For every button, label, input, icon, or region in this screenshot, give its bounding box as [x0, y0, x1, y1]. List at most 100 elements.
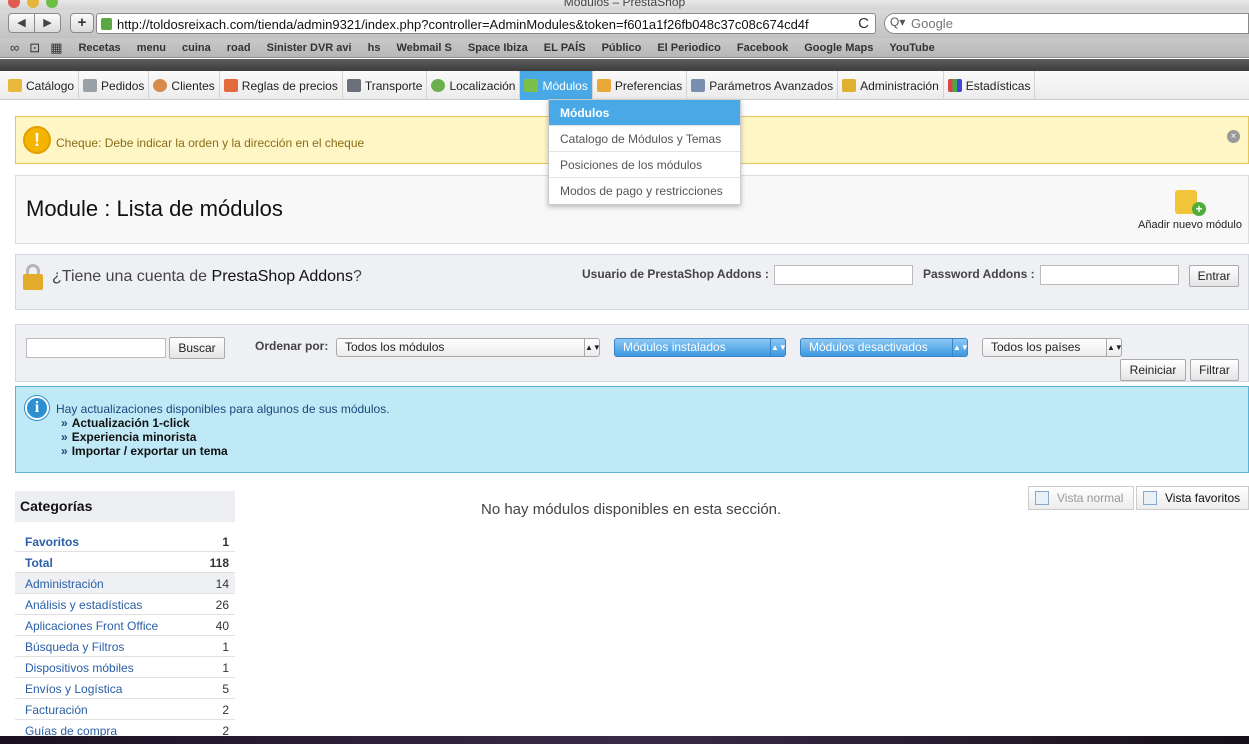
category-row[interactable]: Aplicaciones Front Office 40 — [15, 615, 235, 636]
back-button[interactable]: ◀ — [9, 14, 35, 32]
menu-item-administracion[interactable]: Administración — [838, 71, 944, 100]
empty-message: No hay módulos disponibles en esta secci… — [481, 501, 782, 518]
menu-label: Estadísticas — [965, 78, 1031, 93]
bookmarks-bar: ∞ ⊡ ▦ Recetas menu cuina road Sinister D… — [0, 38, 1249, 58]
info-link-1click[interactable]: » Actualización 1-click — [61, 416, 228, 430]
lock-icon — [23, 264, 43, 290]
browser-search[interactable]: Q▾ — [884, 13, 1249, 34]
browser-search-input[interactable] — [911, 15, 1231, 32]
category-row[interactable]: Facturación 2 — [15, 699, 235, 720]
grid-view-icon — [1143, 491, 1157, 505]
menu-item-catalogo[interactable]: Catálogo — [4, 71, 80, 100]
country-select[interactable]: Todos los países ▲▼ — [982, 338, 1122, 357]
address-bar[interactable]: http://toldosreixach.com/tienda/admin932… — [96, 13, 876, 34]
menu-label: Módulos — [542, 78, 588, 93]
add-bookmark-button[interactable]: + — [70, 13, 94, 33]
window-titlebar: Módulos – PrestaShop — [0, 0, 1249, 10]
reload-icon[interactable]: C — [858, 15, 869, 32]
favorites-view-button[interactable]: Vista favoritos — [1136, 486, 1249, 510]
select-arrows-icon: ▲▼ — [952, 339, 967, 356]
normal-view-button[interactable]: Vista normal — [1028, 486, 1134, 510]
bookmark-item[interactable]: El Periodico — [657, 42, 721, 54]
category-row[interactable]: Administración 14 — [15, 573, 235, 594]
bookmark-item[interactable]: Facebook — [737, 42, 788, 54]
top-sites-grid-icon[interactable]: ▦ — [50, 40, 62, 56]
wrench-icon — [691, 79, 706, 92]
preferences-icon — [596, 79, 611, 92]
url-text: http://toldosreixach.com/tienda/admin932… — [117, 17, 809, 32]
module-type-select[interactable]: Todos los módulos ▲▼ — [336, 338, 600, 357]
menu-item-reglas-precios[interactable]: Reglas de precios — [220, 71, 343, 100]
menu-item-parametros-avanzados[interactable]: Parámetros Avanzados — [687, 71, 839, 100]
bookmark-item[interactable]: menu — [137, 42, 166, 54]
module-search-input[interactable] — [26, 338, 166, 358]
menu-label: Reglas de precios — [241, 78, 338, 93]
info-link-retail[interactable]: » Experiencia minorista — [61, 430, 228, 444]
menu-item-transporte[interactable]: Transporte — [343, 71, 428, 100]
close-icon[interactable]: × — [1227, 130, 1240, 143]
info-link-theme[interactable]: » Importar / exportar un tema — [61, 444, 228, 458]
bookmark-item[interactable]: Recetas — [78, 42, 120, 54]
reset-button[interactable]: Reiniciar — [1120, 359, 1186, 381]
warning-text: Cheque: Debe indicar la orden y la direc… — [56, 136, 365, 150]
bookmark-item[interactable]: cuina — [182, 42, 211, 54]
bookmark-item[interactable]: hs — [368, 42, 381, 54]
menu-item-pedidos[interactable]: Pedidos — [79, 71, 150, 100]
category-row[interactable]: Favoritos 1 — [15, 531, 235, 552]
category-row[interactable]: Total 118 — [15, 552, 235, 573]
search-icon: Q▾ — [890, 15, 906, 29]
bookmark-item[interactable]: YouTube — [889, 42, 934, 54]
bookmark-item[interactable]: Público — [602, 42, 642, 54]
dropdown-item-posiciones[interactable]: Posiciones de los módulos — [549, 152, 740, 178]
info-icon: i — [25, 396, 49, 420]
filter-button[interactable]: Filtrar — [1190, 359, 1239, 381]
bookmarks-book-icon[interactable]: ⊡ — [29, 40, 40, 56]
dropdown-item-catalogo[interactable]: Catalogo de Módulos y Temas — [549, 126, 740, 152]
dropdown-item-modos-pago[interactable]: Modos de pago y restricciones — [549, 178, 740, 204]
menu-item-localizacion[interactable]: Localización — [427, 71, 521, 100]
add-module-button[interactable]: + Añadir nuevo módulo — [1138, 186, 1242, 231]
search-button[interactable]: Buscar — [169, 337, 225, 359]
status-select[interactable]: Módulos desactivados ▲▼ — [800, 338, 968, 357]
nav-buttons: ◀ ▶ — [8, 13, 61, 33]
addons-login-panel: ¿Tiene una cuenta de PrestaShop Addons? … — [15, 254, 1249, 310]
categories-panel: Categorías Favoritos 1 Total 118 Administr… — [15, 491, 235, 741]
menu-item-clientes[interactable]: Clientes — [149, 71, 220, 100]
bookmark-item[interactable]: Webmail S — [396, 42, 451, 54]
menu-item-modulos[interactable]: Módulos — [520, 71, 593, 100]
category-row[interactable]: Envíos y Logística 5 — [15, 678, 235, 699]
forward-button[interactable]: ▶ — [35, 14, 60, 32]
bookmark-item[interactable]: Sinister DVR avi — [267, 42, 352, 54]
cart-icon — [83, 79, 98, 92]
addons-password-input[interactable] — [1040, 265, 1179, 285]
module-filters: Buscar Ordenar por: Todos los módulos ▲▼ … — [15, 324, 1249, 382]
addons-user-input[interactable] — [774, 265, 913, 285]
folder-icon — [8, 79, 22, 92]
category-row[interactable]: Búsqueda y Filtros 1 — [15, 636, 235, 657]
menu-label: Administración — [860, 78, 939, 93]
categories-title: Categorías — [15, 491, 235, 522]
reader-icon[interactable]: ∞ — [10, 40, 19, 55]
user-icon — [153, 79, 168, 92]
bookmark-item[interactable]: road — [227, 42, 251, 54]
addons-password-label: Password Addons : — [923, 267, 1035, 281]
favicon-icon — [101, 18, 112, 30]
login-button[interactable]: Entrar — [1189, 265, 1239, 287]
installed-select[interactable]: Módulos instalados ▲▼ — [614, 338, 786, 357]
admin-menu: Catálogo Pedidos Clientes Reglas de prec… — [0, 71, 1249, 100]
modules-dropdown: Módulos Catalogo de Módulos y Temas Posi… — [548, 99, 741, 205]
menu-label: Catálogo — [26, 78, 75, 93]
bookmark-item[interactable]: EL PAÍS — [544, 42, 586, 54]
menu-label: Localización — [449, 78, 516, 93]
bookmark-item[interactable]: Space Ibiza — [468, 42, 528, 54]
menu-label: Pedidos — [101, 78, 145, 93]
bookmark-item[interactable]: Google Maps — [804, 42, 873, 54]
menu-item-preferencias[interactable]: Preferencias — [593, 71, 688, 100]
menu-label: Transporte — [364, 78, 423, 93]
order-label: Ordenar por: — [255, 339, 329, 353]
category-row[interactable]: Dispositivos móbiles 1 — [15, 657, 235, 678]
menu-item-estadisticas[interactable]: Estadísticas — [944, 71, 1036, 100]
category-row[interactable]: Análisis y estadísticas 26 — [15, 594, 235, 615]
dropdown-item-modulos[interactable]: Módulos — [549, 100, 740, 126]
key-icon — [842, 79, 857, 92]
